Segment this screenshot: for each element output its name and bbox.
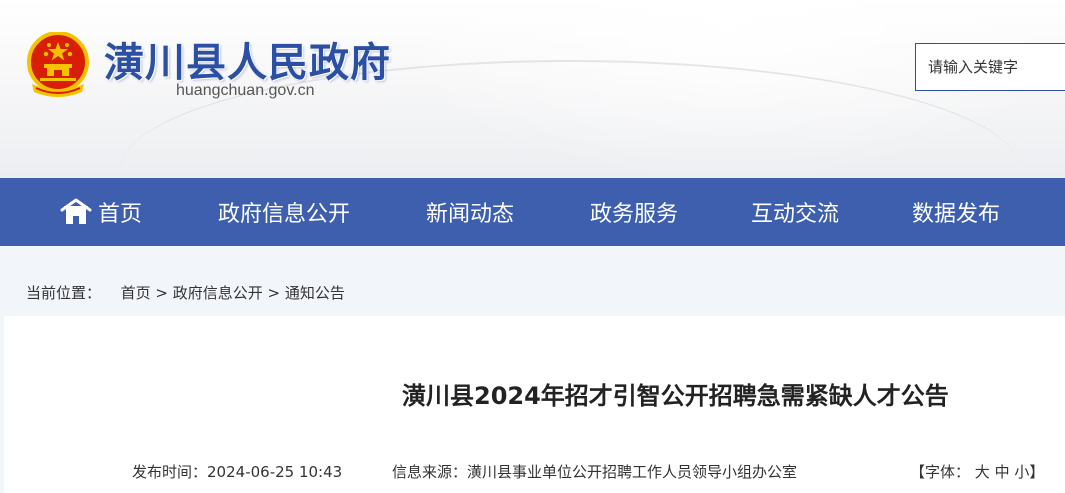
nav-item-data[interactable]: 数据发布	[912, 178, 1000, 246]
national-emblem-icon[interactable]	[26, 32, 90, 100]
breadcrumb-prefix: 当前位置：	[26, 284, 102, 302]
breadcrumb-separator: >	[155, 284, 168, 302]
article-title: 潢川县2024年招才引智公开招聘急需紧缺人才公告	[402, 382, 949, 410]
nav-item-services[interactable]: 政务服务	[590, 178, 678, 246]
site-header: 潢川县人民政府 huangchuan.gov.cn	[0, 0, 1065, 178]
nav-label: 首页	[98, 202, 143, 227]
breadcrumb-separator: >	[267, 284, 281, 302]
publish-time: 发布时间：2024-06-25 10:43	[132, 461, 342, 482]
font-size-small[interactable]: 小	[1014, 463, 1029, 481]
site-title[interactable]: 潢川县人民政府	[104, 30, 391, 88]
nav-label: 互动交流	[751, 202, 840, 227]
article-panel: 潢川县2024年招才引智公开招聘急需紧缺人才公告 发布时间：2024-06-25…	[4, 316, 1065, 493]
home-icon	[60, 198, 92, 224]
breadcrumb: 当前位置： 首页 > 政府信息公开 > 通知公告	[0, 246, 1065, 316]
breadcrumb-gov-info-link[interactable]: 政府信息公开	[173, 284, 263, 302]
publish-value: 2024-06-25 10:43	[207, 463, 343, 481]
breadcrumb-home-link[interactable]: 首页	[121, 284, 151, 302]
font-size-large[interactable]: 大	[975, 463, 990, 481]
source-label: 信息来源：	[392, 463, 468, 481]
nav-item-news[interactable]: 新闻动态	[426, 178, 514, 246]
search-input[interactable]	[915, 43, 1065, 91]
nav-item-interaction[interactable]: 互动交流	[751, 178, 839, 246]
font-size-medium[interactable]: 中	[995, 463, 1010, 481]
font-size-close: 】	[1029, 463, 1045, 481]
site-domain: huangchuan.gov.cn	[176, 82, 315, 99]
publish-label: 发布时间：	[132, 463, 208, 481]
font-size-switcher: 【字体： 大 中 小】	[910, 461, 1044, 482]
font-size-label: 【字体：	[910, 463, 971, 481]
main-nav: 首页 政府信息公开 新闻动态 政务服务 互动交流 数据发布	[0, 178, 1065, 246]
info-source: 信息来源：潢川县事业单位公开招聘工作人员领导小组办公室	[392, 461, 797, 482]
nav-item-home[interactable]: 首页	[60, 178, 142, 246]
source-value: 潢川县事业单位公开招聘工作人员领导小组办公室	[467, 463, 798, 481]
breadcrumb-notice-link[interactable]: 通知公告	[285, 284, 345, 302]
nav-label: 政府信息公开	[218, 202, 351, 227]
nav-item-gov-info[interactable]: 政府信息公开	[218, 178, 350, 246]
nav-label: 数据发布	[912, 202, 1001, 227]
nav-label: 政务服务	[590, 202, 679, 227]
nav-label: 新闻动态	[426, 202, 515, 227]
